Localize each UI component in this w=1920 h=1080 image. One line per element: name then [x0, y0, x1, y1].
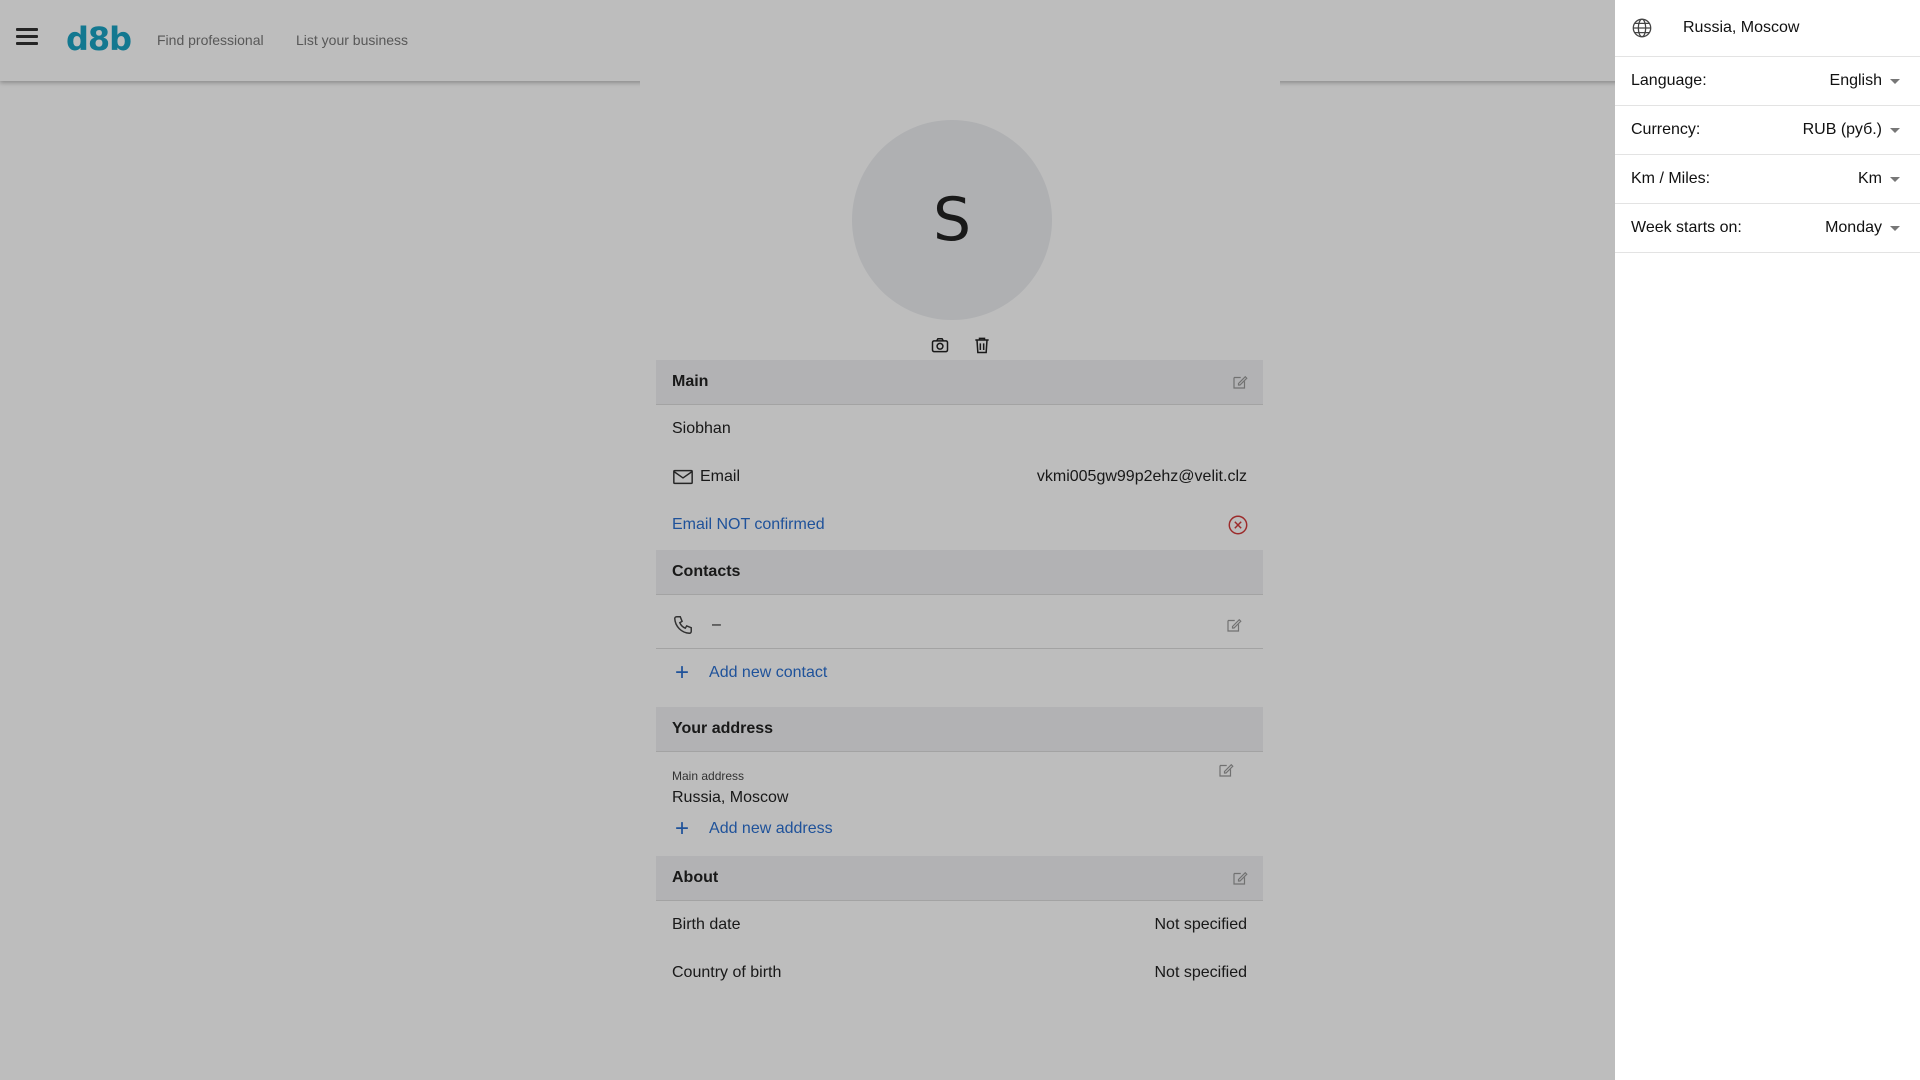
location-selector[interactable]: Russia, Moscow	[1615, 0, 1920, 57]
currency-value: RUB (руб.)	[1802, 121, 1882, 138]
dropdown-caret-icon	[1890, 78, 1900, 84]
distance-unit-value: Km	[1858, 170, 1882, 187]
week-start-value: Monday	[1825, 219, 1882, 236]
currency-dropdown[interactable]: RUB (руб.)	[1803, 121, 1900, 139]
dropdown-caret-icon	[1890, 225, 1900, 231]
week-start-setting[interactable]: Week starts on: Monday	[1615, 204, 1920, 253]
currency-label: Currency:	[1631, 121, 1701, 138]
distance-unit-dropdown[interactable]: Km	[1858, 170, 1900, 188]
language-setting[interactable]: Language: English	[1615, 57, 1920, 106]
globe-icon	[1632, 18, 1652, 38]
week-start-label: Week starts on:	[1631, 219, 1742, 236]
week-start-dropdown[interactable]: Monday	[1825, 219, 1900, 237]
dropdown-caret-icon	[1890, 127, 1900, 133]
location-text: Russia, Moscow	[1683, 19, 1800, 36]
language-value: English	[1829, 72, 1882, 89]
language-label: Language:	[1631, 72, 1707, 89]
dropdown-caret-icon	[1890, 176, 1900, 182]
settings-drawer: Russia, Moscow Language: English Currenc…	[1615, 0, 1920, 1080]
distance-unit-setting[interactable]: Km / Miles: Km	[1615, 155, 1920, 204]
distance-unit-label: Km / Miles:	[1631, 170, 1711, 187]
currency-setting[interactable]: Currency: RUB (руб.)	[1615, 106, 1920, 155]
language-dropdown[interactable]: English	[1830, 72, 1900, 90]
